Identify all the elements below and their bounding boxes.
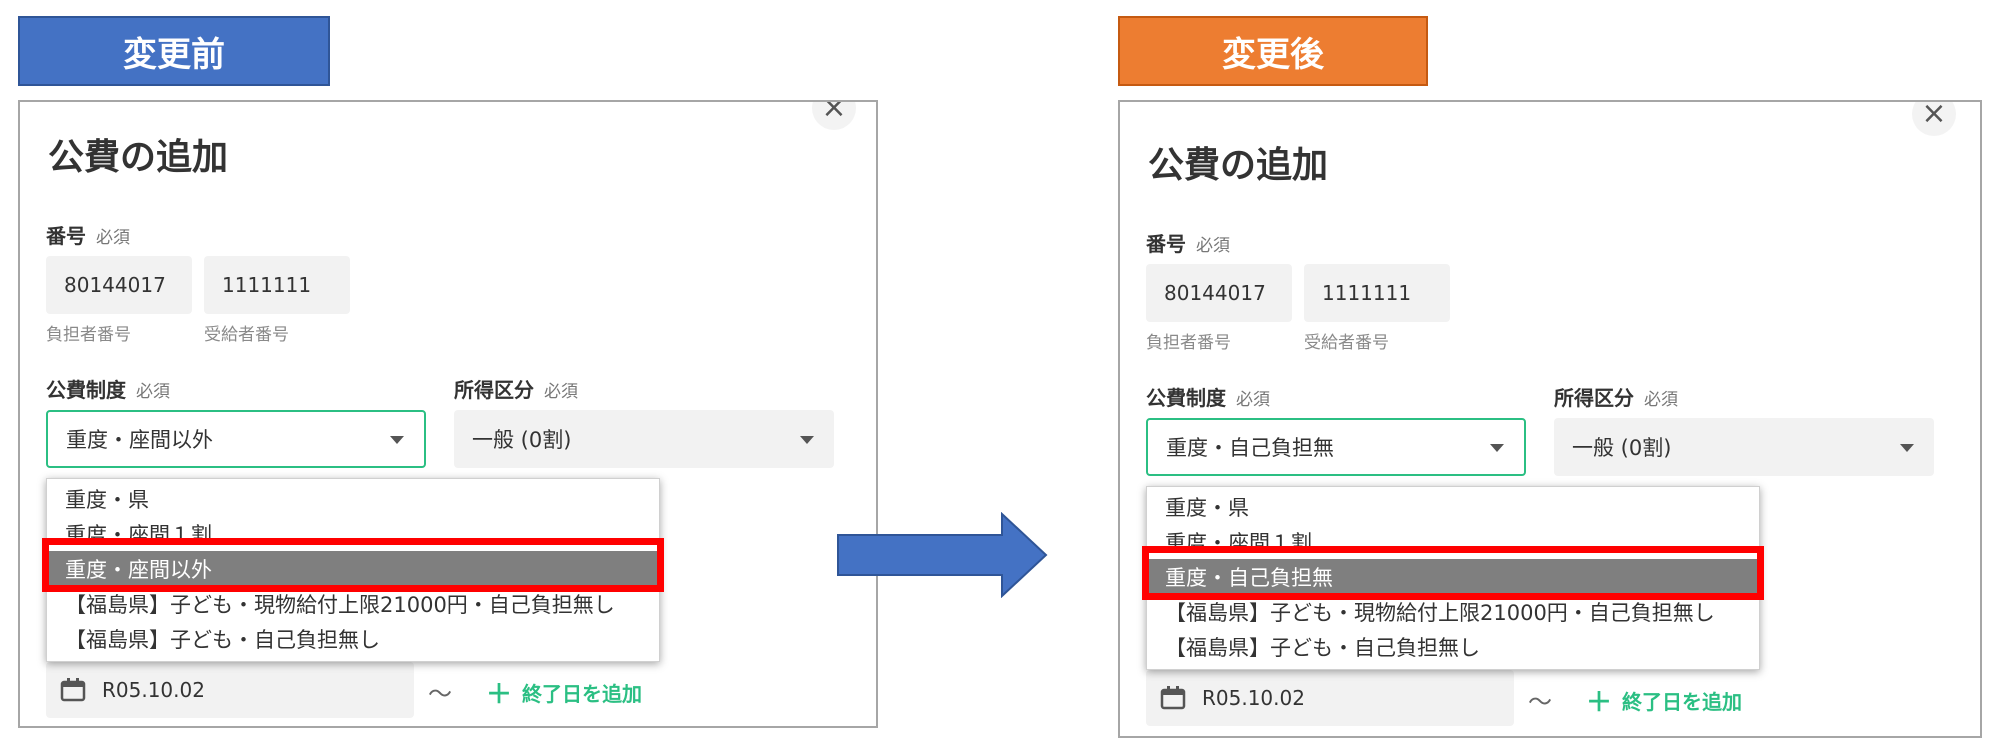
payer-number-input[interactable]: 80144017 [1146, 264, 1292, 322]
public-system-label-text: 公費制度 [1146, 386, 1226, 410]
required-tag: 必須 [1644, 390, 1678, 410]
close-button[interactable]: × [812, 100, 856, 130]
calendar-icon [60, 678, 86, 702]
number-label: 番号 必須 [1146, 228, 1230, 257]
payer-number-caption: 負担者番号 [46, 325, 131, 345]
dropdown-option[interactable]: 【福島県】子ども・自己負担無し [47, 621, 659, 656]
add-end-date-label: 終了日を追加 [1622, 690, 1743, 714]
income-category-select[interactable]: 一般 (0割) [1554, 418, 1934, 476]
date-range-separator: 〜 [1528, 688, 1552, 716]
right-arrow-icon [837, 512, 1048, 598]
close-icon: × [1921, 100, 1947, 131]
public-system-value: 重度・自己負担無 [1166, 436, 1334, 460]
dialog-title: 公費の追加 [48, 137, 229, 178]
plus-icon: ＋ [486, 680, 513, 710]
dialog-title: 公費の追加 [1148, 145, 1329, 186]
income-category-select[interactable]: 一般 (0割) [454, 410, 834, 468]
payer-number-caption: 負担者番号 [1146, 333, 1231, 353]
required-tag: 必須 [1236, 390, 1270, 410]
income-category-label: 所得区分 必須 [1554, 382, 1678, 411]
income-category-label-text: 所得区分 [454, 378, 534, 402]
chevron-down-icon [800, 436, 814, 444]
start-date-input[interactable]: R05.10.02 [1146, 670, 1514, 726]
income-category-value: 一般 (0割) [472, 428, 572, 452]
public-system-select[interactable]: 重度・自己負担無 [1146, 418, 1526, 476]
date-range-separator: 〜 [428, 680, 452, 708]
calendar-icon [1160, 686, 1186, 710]
recipient-number-input[interactable]: 1111111 [1304, 264, 1450, 322]
before-banner: 変更前 [18, 16, 330, 86]
chevron-down-icon [390, 436, 404, 444]
start-date-value: R05.10.02 [1202, 686, 1305, 710]
required-tag: 必須 [96, 228, 130, 248]
recipient-number-input[interactable]: 1111111 [204, 256, 350, 314]
add-end-date-button[interactable]: ＋ 終了日を追加 [1586, 682, 1742, 719]
chevron-down-icon [1490, 444, 1504, 452]
plus-icon: ＋ [1586, 688, 1613, 718]
highlight-frame [42, 538, 664, 592]
close-button[interactable]: × [1912, 100, 1956, 136]
public-system-label: 公費制度 必須 [1146, 382, 1270, 411]
start-date-input[interactable]: R05.10.02 [46, 662, 414, 718]
required-tag: 必須 [1196, 236, 1230, 256]
required-tag: 必須 [136, 382, 170, 402]
public-system-label-text: 公費制度 [46, 378, 126, 402]
required-tag: 必須 [544, 382, 578, 402]
add-end-date-label: 終了日を追加 [522, 682, 643, 706]
dropdown-option[interactable]: 【福島県】子ども・自己負担無し [1147, 629, 1759, 664]
income-category-value: 一般 (0割) [1572, 436, 1672, 460]
public-system-value: 重度・座間以外 [66, 428, 213, 452]
add-end-date-button[interactable]: ＋ 終了日を追加 [486, 674, 642, 711]
start-date-value: R05.10.02 [102, 678, 205, 702]
number-label-text: 番号 [1146, 232, 1186, 256]
income-category-label: 所得区分 必須 [454, 374, 578, 403]
payer-number-input[interactable]: 80144017 [46, 256, 192, 314]
income-category-label-text: 所得区分 [1554, 386, 1634, 410]
highlight-frame [1142, 546, 1764, 600]
public-system-select[interactable]: 重度・座間以外 [46, 410, 426, 468]
close-icon: × [821, 100, 847, 125]
recipient-number-caption: 受給者番号 [204, 325, 289, 345]
dropdown-option[interactable]: 重度・県 [47, 481, 659, 516]
public-system-label: 公費制度 必須 [46, 374, 170, 403]
number-label-text: 番号 [46, 224, 86, 248]
number-label: 番号 必須 [46, 220, 130, 249]
before-dialog: × 公費の追加 番号 必須 80144017 1111111 負担者番号 受給者番… [18, 100, 878, 728]
dropdown-option[interactable]: 重度・県 [1147, 489, 1759, 524]
after-dialog: × 公費の追加 番号 必須 80144017 1111111 負担者番号 受給者番… [1118, 100, 1982, 738]
recipient-number-caption: 受給者番号 [1304, 333, 1389, 353]
chevron-down-icon [1900, 444, 1914, 452]
after-banner: 変更後 [1118, 16, 1428, 86]
